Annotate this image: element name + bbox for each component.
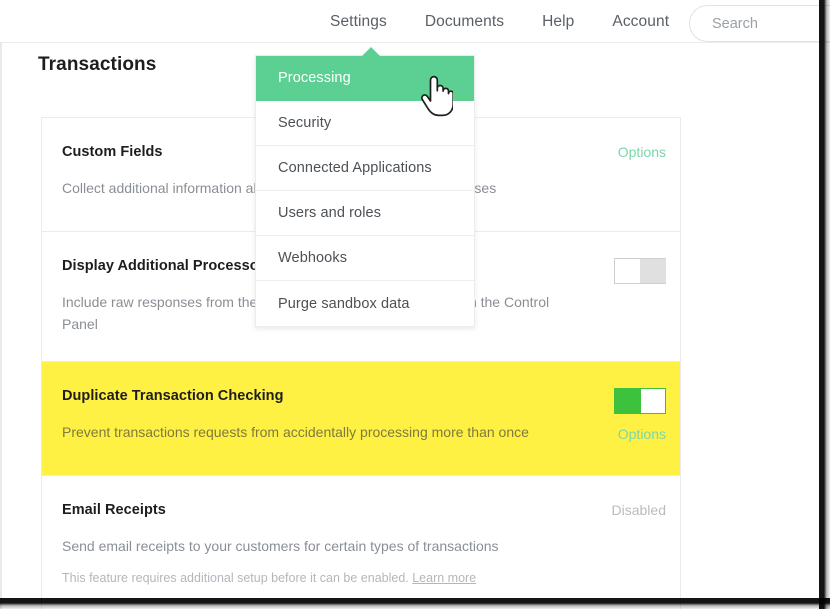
nav-item-help[interactable]: Help [542, 13, 574, 31]
status-badge: Disabled [611, 502, 666, 518]
row-controls: Disabled [536, 502, 666, 520]
options-link[interactable]: Options [618, 426, 666, 442]
window-right-shadow [819, 0, 830, 609]
toggle-knob [640, 259, 666, 283]
row-description: Send email receipts to your customers fo… [62, 538, 499, 554]
learn-more-link[interactable]: Learn more [412, 571, 476, 585]
dropdown-item-webhooks[interactable]: Webhooks [256, 236, 474, 281]
dropdown-item-purge-sandbox-data[interactable]: Purge sandbox data [256, 281, 474, 326]
window-left-border [0, 0, 2, 609]
toggle-wrapper [536, 388, 666, 414]
page-title: Transactions [38, 54, 157, 75]
nav-item-account[interactable]: Account [612, 13, 669, 31]
nav-item-documents[interactable]: Documents [425, 13, 504, 31]
settings-dropdown-menu: Processing Security Connected Applicatio… [255, 47, 475, 327]
dropdown-item-connected-applications[interactable]: Connected Applications [256, 146, 474, 191]
nav-item-list: Settings Documents Help Account [330, 0, 669, 43]
processor-response-toggle[interactable] [614, 258, 666, 284]
app-window: Settings Documents Help Account Transact… [0, 0, 830, 609]
options-link[interactable]: Options [618, 144, 666, 160]
row-description: Prevent transactions requests from accid… [62, 424, 529, 440]
window-bottom-shadow [0, 598, 830, 609]
row-controls: Options [536, 144, 666, 162]
settings-row-email-receipts: Email Receipts Send email receipts to yo… [42, 476, 680, 609]
search-box[interactable] [689, 5, 830, 42]
search-input[interactable] [712, 15, 822, 32]
dropdown-arrow-icon [361, 47, 381, 57]
top-navigation-bar: Settings Documents Help Account [0, 0, 830, 43]
row-note-text: This feature requires additional setup b… [62, 571, 413, 585]
settings-row-duplicate-transaction-checking: Duplicate Transaction Checking Prevent t… [42, 362, 680, 476]
duplicate-transaction-toggle[interactable] [614, 388, 666, 414]
dropdown-item-processing[interactable]: Processing [256, 56, 474, 101]
dropdown-item-security[interactable]: Security [256, 101, 474, 146]
row-note: This feature requires additional setup b… [62, 571, 656, 585]
row-controls [536, 258, 666, 296]
toggle-knob [615, 389, 641, 413]
dropdown-item-users-and-roles[interactable]: Users and roles [256, 191, 474, 236]
toggle-wrapper [536, 258, 666, 284]
row-controls: Options [536, 388, 666, 444]
nav-item-settings[interactable]: Settings [330, 13, 387, 31]
